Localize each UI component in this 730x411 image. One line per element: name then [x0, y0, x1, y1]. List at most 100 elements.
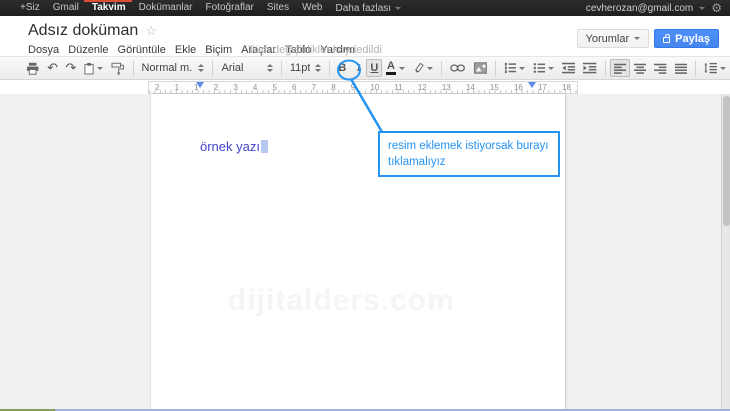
editor-toolbar: ↶ ↷ Normal m... Arial 11pt B I U A — [0, 56, 730, 80]
paragraph-style-dropdown[interactable]: Normal m... — [137, 62, 208, 74]
paint-format-button[interactable] — [107, 59, 128, 77]
share-button[interactable]: Paylaş — [654, 29, 719, 48]
vertical-scrollbar[interactable] — [721, 94, 730, 409]
increase-indent-button[interactable] — [579, 59, 600, 77]
document-text-line[interactable]: örnek yazı — [200, 139, 268, 154]
menu-item[interactable]: Düzenle — [68, 44, 108, 56]
star-icon[interactable]: ☆ — [145, 23, 157, 39]
text-color-chevron-down-icon — [399, 67, 405, 70]
topbar-nav-item[interactable]: Dokümanlar — [139, 0, 193, 16]
toolbar-separator — [329, 61, 330, 76]
scrollbar-thumb[interactable] — [723, 96, 730, 226]
ruler-number: 12 — [418, 83, 427, 92]
align-right-button[interactable] — [650, 59, 670, 77]
text-color-letter: A — [387, 61, 395, 71]
document-title[interactable]: Adsız doküman — [28, 22, 138, 40]
ruler-number: 17 — [538, 83, 547, 92]
underline-button[interactable]: U — [366, 59, 382, 77]
updown-icon — [198, 64, 204, 72]
highlight-color-button[interactable] — [409, 59, 438, 77]
line-spacing-chevron-down-icon — [720, 67, 726, 70]
topbar-more-menu[interactable]: Daha fazlası — [336, 3, 402, 14]
ruler-number: 3 — [233, 83, 237, 92]
chevron-down-icon — [395, 7, 401, 10]
text-cursor — [261, 140, 268, 153]
menu-item[interactable]: Dosya — [28, 44, 59, 56]
comments-button[interactable]: Yorumlar — [577, 29, 650, 48]
toolbar-separator — [695, 61, 696, 76]
redo-button[interactable]: ↷ — [62, 59, 80, 77]
updown-icon — [315, 64, 321, 72]
annotation-text: resim eklemek istiyorsak burayı tıklamal… — [388, 140, 548, 168]
ruler-number: 2 — [214, 83, 218, 92]
numbered-list-button[interactable] — [500, 59, 529, 77]
left-indent-marker[interactable] — [196, 82, 204, 88]
toolbar-separator — [605, 61, 606, 76]
account-email[interactable]: cevherozan@gmail.com — [586, 3, 693, 14]
active-product-indicator — [84, 0, 132, 2]
lock-icon — [663, 37, 670, 43]
topbar-nav-item[interactable]: Fotoğraflar — [206, 0, 254, 16]
decrease-indent-button[interactable] — [558, 59, 579, 77]
ruler-number: 14 — [466, 83, 475, 92]
ruler-number: 8 — [331, 83, 335, 92]
ruler-number: 6 — [292, 83, 296, 92]
italic-button[interactable]: I — [350, 59, 366, 77]
web-clipboard-chevron-down-icon — [97, 67, 103, 70]
ruler-number: 5 — [272, 83, 276, 92]
save-status: Tüm değişiklikler kaydedildi — [248, 44, 382, 56]
menu-item[interactable]: Biçim — [205, 44, 232, 56]
updown-icon — [267, 64, 273, 72]
topbar-nav-item[interactable]: Gmail — [53, 0, 79, 16]
font-family-value: Arial — [221, 62, 261, 74]
line-spacing-button[interactable] — [700, 59, 730, 77]
ruler[interactable]: 21123456789101112131415161718 — [148, 81, 578, 94]
google-products-nav: +Siz Gmail Takvim Dokümanlar Fotoğraflar Site… — [0, 0, 323, 16]
ruler-number: 7 — [312, 83, 316, 92]
menu-item[interactable]: Görüntüle — [118, 44, 166, 56]
topbar-nav-item[interactable]: +Siz — [20, 0, 40, 16]
ruler-number: 18 — [562, 83, 571, 92]
ruler-number: 13 — [442, 83, 451, 92]
toolbar-separator — [281, 61, 282, 76]
menu-item[interactable]: Ekle — [175, 44, 196, 56]
bold-button[interactable]: B — [334, 59, 350, 77]
account-chevron-down-icon — [699, 7, 705, 10]
topbar-nav-item[interactable]: Takvim — [92, 0, 126, 16]
gear-icon[interactable]: ⚙ — [711, 1, 722, 15]
font-family-dropdown[interactable]: Arial — [217, 62, 276, 74]
comments-chevron-down-icon — [634, 37, 640, 40]
ruler-number: 1 — [175, 83, 179, 92]
toolbar-separator — [495, 61, 496, 76]
ruler-number: 9 — [351, 83, 355, 92]
ruler-number: 16 — [514, 83, 523, 92]
paragraph-style-value: Normal m... — [141, 62, 193, 74]
ruler-number: 2 — [155, 83, 159, 92]
watermark-text: dijitalders.com — [228, 284, 455, 318]
text-color-button[interactable]: A — [382, 59, 408, 77]
insert-link-button[interactable] — [446, 59, 469, 77]
topbar-nav-item[interactable]: Web — [302, 0, 322, 16]
right-indent-marker[interactable] — [528, 82, 536, 88]
insert-image-button[interactable] — [470, 59, 491, 77]
align-justify-button[interactable] — [671, 59, 691, 77]
toolbar-separator — [133, 61, 134, 76]
topbar-nav-item[interactable]: Sites — [267, 0, 289, 16]
share-label: Paylaş — [675, 33, 710, 45]
comments-label: Yorumlar — [586, 33, 630, 45]
document-text: örnek yazı — [200, 139, 260, 154]
font-size-dropdown[interactable]: 11pt — [286, 62, 326, 74]
toolbar-separator — [212, 61, 213, 76]
ruler-number: 4 — [253, 83, 257, 92]
font-size-value: 11pt — [290, 62, 311, 74]
align-left-button[interactable] — [610, 59, 630, 77]
align-center-button[interactable] — [630, 59, 650, 77]
document-header: Adsız doküman ☆ Dosya Düzenle Görüntüle Ekl… — [0, 16, 730, 56]
undo-button[interactable]: ↶ — [43, 59, 61, 77]
web-clipboard-button[interactable] — [80, 59, 107, 77]
toolbar-separator — [441, 61, 442, 76]
bulleted-list-button[interactable] — [529, 59, 558, 77]
print-button[interactable] — [22, 59, 43, 77]
bulleted-list-chevron-down-icon — [548, 67, 554, 70]
ruler-number: 10 — [370, 83, 379, 92]
